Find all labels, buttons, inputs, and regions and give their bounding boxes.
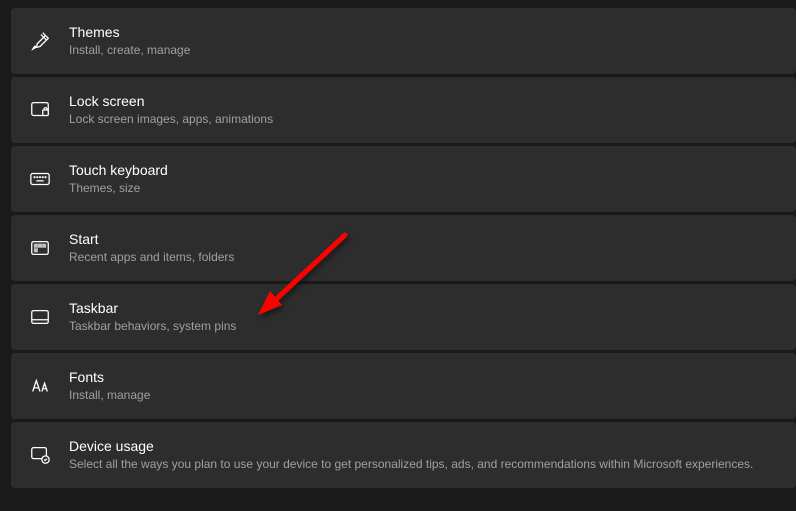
settings-item-themes[interactable]: Themes Install, create, manage (11, 8, 796, 74)
lock-screen-icon (27, 97, 53, 123)
taskbar-icon (27, 304, 53, 330)
settings-item-start[interactable]: Start Recent apps and items, folders (11, 215, 796, 281)
item-subtitle: Themes, size (69, 181, 168, 197)
personalization-settings-list: Themes Install, create, manage Lock scre… (0, 8, 796, 488)
item-text: Themes Install, create, manage (69, 23, 190, 59)
item-title: Themes (69, 23, 190, 41)
item-text: Lock screen Lock screen images, apps, an… (69, 92, 273, 128)
item-subtitle: Lock screen images, apps, animations (69, 112, 273, 128)
item-text: Fonts Install, manage (69, 368, 150, 404)
settings-item-lock-screen[interactable]: Lock screen Lock screen images, apps, an… (11, 77, 796, 143)
device-usage-icon (27, 442, 53, 468)
item-text: Start Recent apps and items, folders (69, 230, 234, 266)
item-title: Taskbar (69, 299, 236, 317)
item-subtitle: Install, manage (69, 388, 150, 404)
item-title: Fonts (69, 368, 150, 386)
item-text: Taskbar Taskbar behaviors, system pins (69, 299, 236, 335)
item-title: Device usage (69, 437, 753, 455)
fonts-icon (27, 373, 53, 399)
start-menu-icon (27, 235, 53, 261)
item-subtitle: Taskbar behaviors, system pins (69, 319, 236, 335)
settings-item-taskbar[interactable]: Taskbar Taskbar behaviors, system pins (11, 284, 796, 350)
settings-item-device-usage[interactable]: Device usage Select all the ways you pla… (11, 422, 796, 488)
item-text: Device usage Select all the ways you pla… (69, 437, 753, 473)
settings-item-fonts[interactable]: Fonts Install, manage (11, 353, 796, 419)
item-subtitle: Recent apps and items, folders (69, 250, 234, 266)
item-subtitle: Select all the ways you plan to use your… (69, 457, 753, 473)
settings-item-touch-keyboard[interactable]: Touch keyboard Themes, size (11, 146, 796, 212)
paintbrush-icon (27, 28, 53, 54)
item-title: Lock screen (69, 92, 273, 110)
item-subtitle: Install, create, manage (69, 43, 190, 59)
item-text: Touch keyboard Themes, size (69, 161, 168, 197)
item-title: Touch keyboard (69, 161, 168, 179)
item-title: Start (69, 230, 234, 248)
keyboard-icon (27, 166, 53, 192)
